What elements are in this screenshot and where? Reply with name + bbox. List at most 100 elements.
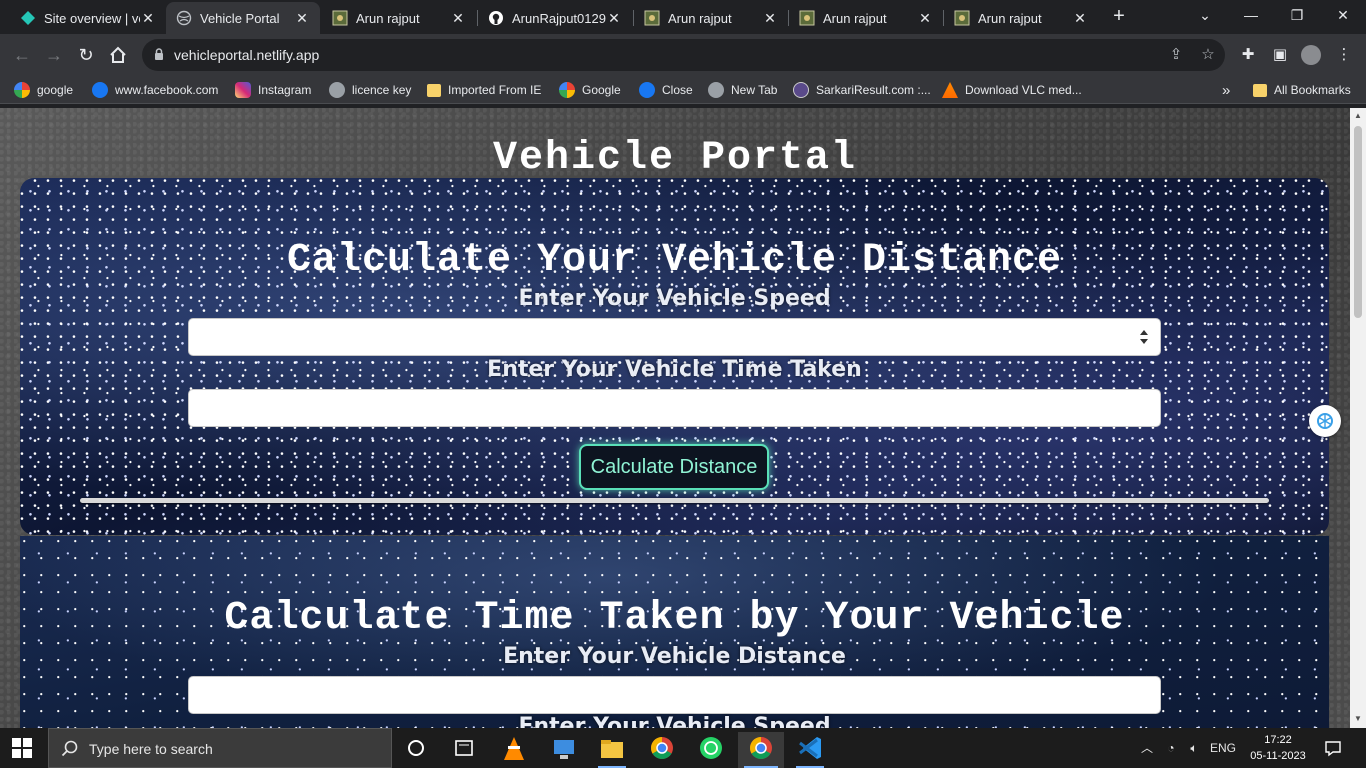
divider bbox=[80, 498, 1269, 503]
globe-icon bbox=[176, 10, 192, 26]
extensions-icon[interactable]: ✚ bbox=[1238, 45, 1258, 65]
netlify-icon bbox=[21, 11, 35, 25]
assistant-floating-button[interactable] bbox=[1309, 405, 1341, 437]
speed-label-2: Enter Your Vehicle Speed bbox=[518, 714, 831, 728]
tab-github[interactable]: ArunRajput0129 ✕ bbox=[478, 2, 632, 34]
avatar[interactable] bbox=[1301, 45, 1321, 65]
bookmark-star-icon[interactable]: ☆ bbox=[1199, 47, 1217, 65]
forward-button[interactable]: → bbox=[40, 41, 68, 69]
new-tab-button[interactable]: + bbox=[1105, 5, 1133, 29]
tab-title: Arun rajput bbox=[668, 10, 732, 26]
tab-vehicle-portal[interactable]: Vehicle Portal ✕ bbox=[166, 2, 320, 34]
github-icon bbox=[489, 11, 503, 25]
bookmarks-overflow-button[interactable]: » bbox=[1222, 81, 1230, 99]
tab-search-button[interactable]: ⌄ bbox=[1182, 0, 1228, 32]
tray-overflow-icon[interactable]: ︿ bbox=[1136, 728, 1158, 768]
distance-label: Enter Your Vehicle Distance bbox=[503, 644, 846, 669]
home-button[interactable] bbox=[104, 41, 132, 69]
sidepanel-icon[interactable]: ▣ bbox=[1270, 45, 1290, 65]
globe-icon bbox=[329, 82, 345, 98]
google-icon bbox=[559, 82, 575, 98]
tab-title: Arun rajput bbox=[823, 10, 887, 26]
image-icon bbox=[954, 10, 970, 26]
bookmark-imported-folder[interactable]: Imported From IE bbox=[427, 81, 541, 99]
bookmark-close[interactable]: Close bbox=[639, 81, 693, 99]
minimize-button[interactable]: — bbox=[1228, 0, 1274, 32]
bookmark-instagram[interactable]: Instagram bbox=[235, 81, 311, 99]
folder-icon bbox=[1253, 83, 1267, 97]
search-icon bbox=[61, 740, 78, 757]
volume-icon[interactable]: 🔈︎ bbox=[1183, 728, 1205, 768]
vscode-icon[interactable] bbox=[790, 732, 830, 768]
scroll-thumb[interactable] bbox=[1354, 126, 1362, 318]
bookmarks-bar: google www.facebook.com Instagram licenc… bbox=[0, 76, 1366, 104]
desktop-app-icon[interactable] bbox=[544, 732, 584, 768]
taskbar-search[interactable]: Type here to search bbox=[48, 728, 392, 768]
distance-card-heading: Calculate Your Vehicle Distance bbox=[286, 238, 1063, 283]
close-icon[interactable]: ✕ bbox=[917, 10, 933, 27]
image-icon bbox=[332, 10, 348, 26]
clock-time: 17:22 bbox=[1264, 734, 1292, 746]
wifi-icon[interactable]: ◔ bbox=[1160, 728, 1182, 768]
speed-input[interactable] bbox=[188, 318, 1161, 356]
notification-icon[interactable] bbox=[1318, 728, 1348, 768]
close-icon[interactable]: ✕ bbox=[1072, 10, 1088, 27]
bookmark-google[interactable]: google bbox=[14, 81, 73, 99]
share-icon[interactable]: ⇪ bbox=[1167, 47, 1185, 65]
bookmark-vlc[interactable]: Download VLC med... bbox=[942, 81, 1082, 99]
tab-title: Arun rajput bbox=[356, 10, 420, 26]
bookmark-facebook[interactable]: www.facebook.com bbox=[92, 81, 218, 99]
time-taken-input[interactable] bbox=[188, 389, 1161, 427]
tab-arun-rajput-4[interactable]: Arun rajput ✕ bbox=[944, 2, 1098, 34]
tab-arun-rajput-1[interactable]: Arun rajput ✕ bbox=[322, 2, 476, 34]
file-explorer-icon[interactable] bbox=[592, 732, 632, 768]
chrome-active-icon[interactable] bbox=[738, 732, 784, 768]
task-view-icon[interactable] bbox=[444, 732, 484, 768]
folder-icon bbox=[427, 83, 441, 97]
language-indicator[interactable]: ENG bbox=[1208, 728, 1238, 768]
chrome-icon[interactable] bbox=[642, 732, 682, 768]
back-button[interactable]: ← bbox=[8, 41, 36, 69]
close-icon[interactable]: ✕ bbox=[606, 10, 622, 27]
tab-arun-rajput-2[interactable]: Arun rajput ✕ bbox=[634, 2, 788, 34]
image-icon bbox=[644, 10, 660, 26]
all-bookmarks-button[interactable]: All Bookmarks bbox=[1253, 81, 1351, 99]
vlc-icon[interactable] bbox=[494, 732, 534, 768]
close-icon[interactable]: ✕ bbox=[294, 10, 310, 27]
distance-input[interactable] bbox=[188, 676, 1161, 714]
close-icon[interactable]: ✕ bbox=[450, 10, 466, 27]
tab-title: Vehicle Portal bbox=[200, 10, 280, 26]
windows-start-icon[interactable] bbox=[12, 738, 32, 758]
reload-button[interactable]: ↻ bbox=[72, 41, 100, 69]
page-viewport: Vehicle Portal Calculate Your Vehicle Di… bbox=[0, 108, 1350, 728]
instagram-icon bbox=[235, 82, 251, 98]
tab-arun-rajput-3[interactable]: Arun rajput ✕ bbox=[789, 2, 943, 34]
close-icon[interactable]: ✕ bbox=[140, 10, 156, 27]
site-icon bbox=[793, 82, 809, 98]
tab-site-overview[interactable]: Site overview | ve ✕ bbox=[10, 2, 166, 34]
windows-taskbar: Type here to search ︿ ◔ 🔈︎ ENG 17:22 05-… bbox=[0, 728, 1366, 768]
close-window-button[interactable]: ✕ bbox=[1320, 0, 1366, 32]
openai-icon bbox=[1317, 413, 1333, 429]
bookmark-sarkari-result[interactable]: SarkariResult.com :... bbox=[793, 81, 931, 99]
address-bar[interactable]: vehicleportal.netlify.app ⇪ ☆ bbox=[142, 39, 1225, 71]
bookmark-licence-key[interactable]: licence key bbox=[329, 81, 411, 99]
restore-button[interactable]: ❐ bbox=[1274, 0, 1320, 32]
scroll-down-icon[interactable]: ▼ bbox=[1354, 715, 1362, 723]
calculate-distance-button[interactable]: Calculate Distance bbox=[579, 444, 769, 490]
spinner-icon[interactable] bbox=[1140, 330, 1148, 344]
menu-icon[interactable]: ⋮ bbox=[1334, 45, 1354, 65]
whatsapp-icon[interactable] bbox=[691, 732, 731, 768]
facebook-icon bbox=[639, 82, 655, 98]
page-scrollbar[interactable]: ▲ ▼ bbox=[1350, 108, 1366, 728]
cortana-icon[interactable] bbox=[396, 732, 436, 768]
scroll-up-icon[interactable]: ▲ bbox=[1354, 112, 1362, 120]
tab-title: ArunRajput0129 bbox=[512, 10, 606, 26]
bookmark-google-2[interactable]: Google bbox=[559, 81, 621, 99]
browser-toolbar: ← → ↻ vehicleportal.netlify.app ⇪ ☆ ✚ ▣ … bbox=[0, 34, 1366, 76]
globe-icon bbox=[708, 82, 724, 98]
bookmark-new-tab[interactable]: New Tab bbox=[708, 81, 777, 99]
tab-title: Site overview | ve bbox=[44, 10, 140, 26]
close-icon[interactable]: ✕ bbox=[762, 10, 778, 27]
taskbar-clock[interactable]: 17:22 05-11-2023 bbox=[1250, 732, 1306, 764]
